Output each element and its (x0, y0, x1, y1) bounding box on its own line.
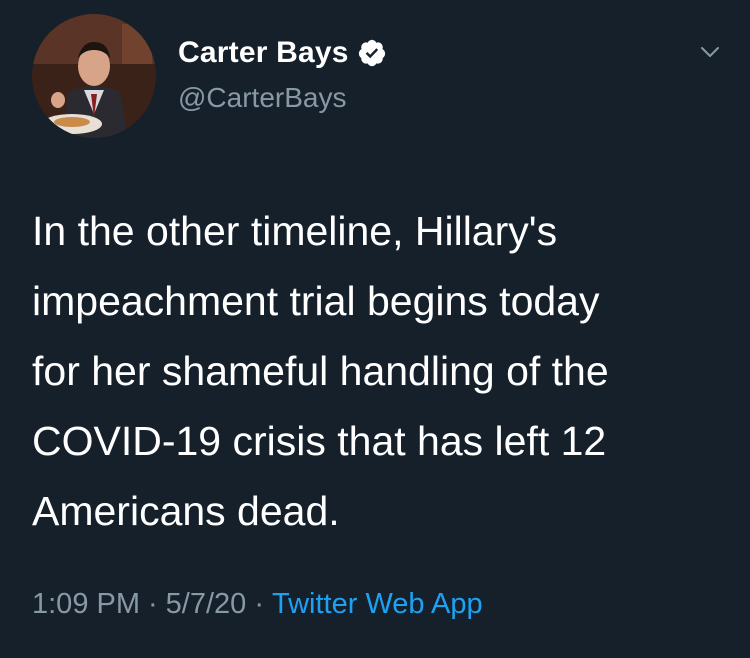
author-display-name[interactable]: Carter Bays (178, 36, 349, 70)
meta-separator: · (254, 588, 264, 620)
verified-badge-icon (357, 38, 387, 68)
avatar-photo (32, 14, 156, 138)
chevron-down-icon (701, 47, 719, 57)
more-options-button[interactable] (698, 40, 722, 64)
tweet-source-link[interactable]: Twitter Web App (272, 588, 483, 621)
tweet-date[interactable]: 5/7/20 (166, 588, 247, 621)
tweet-meta: 1:09 PM · 5/7/20 · Twitter Web App (32, 588, 483, 621)
tweet-card: Carter Bays @CarterBays In the other tim… (0, 0, 750, 658)
meta-separator: · (148, 588, 158, 620)
author-handle[interactable]: @CarterBays (178, 82, 346, 114)
tweet-time[interactable]: 1:09 PM (32, 588, 140, 621)
author-name-row[interactable]: Carter Bays (178, 36, 387, 70)
avatar[interactable] (32, 14, 156, 138)
tweet-text: In the other timeline, Hillary's impeach… (32, 208, 609, 534)
